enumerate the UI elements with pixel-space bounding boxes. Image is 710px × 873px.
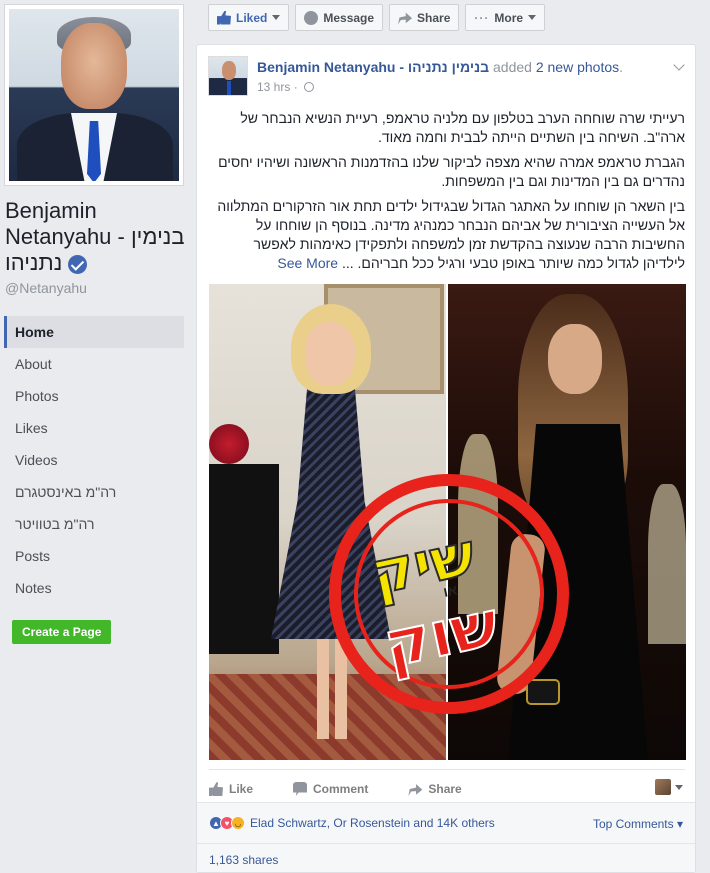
post-author-link[interactable]: Benjamin Netanyahu - בנימין נתניהו — [257, 59, 489, 75]
nav-item-likes[interactable]: Likes — [4, 412, 184, 444]
reactions-area: ▲ ♥ ◡ Elad Schwartz, Or Rosenstein and 1… — [197, 802, 695, 872]
share-page-button[interactable]: Share — [389, 4, 460, 31]
liked-button[interactable]: Liked — [208, 4, 290, 31]
like-button[interactable]: Like — [209, 782, 253, 796]
nav-item-photos[interactable]: Photos — [4, 380, 184, 412]
post-photos: שיק או שוק — [209, 284, 686, 760]
reactions-names[interactable]: Elad Schwartz, Or Rosenstein and 14K oth… — [250, 816, 495, 830]
nav-item-posts[interactable]: Posts — [4, 540, 184, 572]
share-icon — [398, 12, 413, 25]
post-actions: Like Comment Share — [209, 778, 685, 800]
more-label: More — [494, 10, 524, 25]
haha-reaction-icon: ◡ — [231, 816, 245, 830]
verified-badge-icon — [68, 254, 88, 274]
share-label: Share — [428, 782, 462, 796]
like-label: Like — [229, 782, 254, 796]
page-handle[interactable]: @Netanyahu — [5, 280, 87, 296]
thumbs-up-icon — [217, 10, 231, 25]
profile-photo-image — [9, 9, 179, 181]
message-button[interactable]: Message — [295, 4, 384, 31]
create-page-button[interactable]: Create a Page — [12, 620, 112, 644]
post-time-text: 13 hrs — [257, 80, 291, 94]
nav-item-notes[interactable]: Notes — [4, 572, 184, 604]
top-comments-selector[interactable]: Top Comments ▾ — [593, 817, 683, 831]
globe-icon — [304, 82, 315, 92]
post-card: Benjamin Netanyahu - בנימין נתניהו added… — [196, 44, 696, 873]
chevron-down-icon — [675, 784, 683, 790]
viewer-avatar — [655, 779, 671, 795]
top-comments-label: Top Comments — [592, 817, 674, 831]
divider — [197, 843, 695, 844]
comment-label: Comment — [313, 782, 369, 796]
post-header: Benjamin Netanyahu - בנימין נתניהו added… — [257, 59, 624, 75]
post-action-text: added — [493, 59, 532, 75]
profile-picture[interactable] — [4, 4, 184, 186]
see-more-link[interactable]: See More — [277, 255, 338, 271]
nav-item-instagram[interactable]: רה"מ באינסטגרם — [4, 476, 184, 508]
page-name[interactable]: Benjamin Netanyahu - בנימין נתניהו — [5, 198, 190, 276]
reactions-summary[interactable]: ▲ ♥ ◡ Elad Schwartz, Or Rosenstein and 1… — [209, 816, 495, 830]
divider — [209, 769, 685, 770]
share-label: Share — [417, 10, 451, 25]
more-dots-icon: ··· — [474, 10, 490, 25]
liked-label: Liked — [236, 10, 268, 25]
post-author-avatar[interactable] — [208, 56, 248, 96]
comment-icon — [293, 782, 308, 796]
nav-item-videos[interactable]: Videos — [4, 444, 184, 476]
page-nav: Home About Photos Likes Videos רה"מ באינ… — [4, 316, 184, 604]
new-photos-link[interactable]: 2 new photos — [536, 59, 619, 75]
post-timestamp[interactable]: 13 hrs · — [257, 80, 315, 94]
comment-button[interactable]: Comment — [293, 782, 368, 796]
chevron-down-icon — [272, 15, 281, 20]
post-options-chevron-icon[interactable] — [673, 59, 685, 71]
post-body: רעייתי שרה שוחחה הערב בטלפון עם מלניה טר… — [209, 109, 685, 279]
nav-item-about[interactable]: About — [4, 348, 184, 380]
share-button[interactable]: Share — [408, 782, 462, 796]
shares-count[interactable]: 1,163 shares — [209, 853, 278, 867]
viewer-selector[interactable] — [655, 779, 683, 795]
messenger-icon — [304, 10, 319, 25]
post-paragraph: רעייתי שרה שוחחה הערב בטלפון עם מלניה טר… — [240, 110, 685, 145]
thumbs-up-icon — [209, 782, 223, 796]
share-icon — [408, 784, 423, 796]
page-name-text: Benjamin Netanyahu - בנימין נתניהו — [5, 198, 185, 275]
message-label: Message — [323, 10, 375, 25]
nav-item-home[interactable]: Home — [4, 316, 184, 348]
post-paragraph: הגברת טראמפ אמרה שהיא מצפה לביקור שלנו ב… — [218, 154, 685, 189]
nav-item-twitter[interactable]: רה"מ בטוויטר — [4, 508, 184, 540]
page-action-bar: Liked Message Share ··· More — [208, 4, 551, 31]
chevron-down-icon — [528, 15, 537, 20]
more-button[interactable]: ··· More — [465, 4, 546, 31]
post-paragraph: בין השאר הן שוחחו על האתגר הגדול שבגידול… — [209, 197, 685, 273]
